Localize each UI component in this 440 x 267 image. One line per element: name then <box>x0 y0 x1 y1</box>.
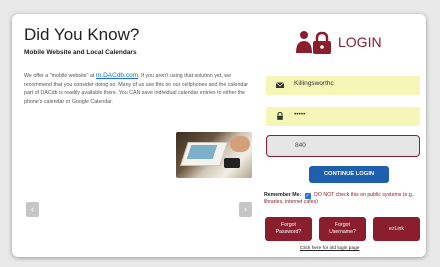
panel-paragraph: We offer a "mobile website" at m.DACdb.c… <box>24 72 250 106</box>
remember-me-row: Remember Me: ✓ DO NOT check this on publ… <box>264 192 424 206</box>
lock-people-icon <box>296 31 331 54</box>
ezlink-button[interactable]: ezLink <box>373 217 420 241</box>
envelope-icon <box>275 82 285 88</box>
panel-subtitle: Mobile Website and Local Calendars <box>24 49 137 56</box>
password-value: ••••• <box>294 111 306 118</box>
login-title: LOGIN <box>338 34 382 50</box>
forgot-password-button[interactable]: Forgot Password? <box>265 217 312 241</box>
username-value: Killingsworthc <box>294 80 334 87</box>
chevron-left-icon: ‹ <box>31 204 34 214</box>
login-header: LOGIN <box>294 30 414 54</box>
login-panel: LOGIN Killingsworthc ••••• 840 CONTINUE … <box>260 14 426 257</box>
old-login-link[interactable]: Click here for old login page <box>300 246 359 251</box>
lock-icon <box>277 111 283 120</box>
forgot-username-button[interactable]: Forgot Username? <box>319 217 366 241</box>
did-you-know-panel: Did You Know? Mobile Website and Local C… <box>12 14 260 257</box>
username-field[interactable]: Killingsworthc <box>266 76 420 95</box>
next-slide-button[interactable]: › <box>239 202 252 217</box>
continue-login-button[interactable]: CONTINUE LOGIN <box>309 166 389 183</box>
mobile-site-link[interactable]: m.DACdb.com <box>96 72 138 79</box>
panel-title: Did You Know? <box>24 25 140 44</box>
paragraph-text-start: We offer a "mobile website" at <box>24 73 96 79</box>
club-code-field[interactable]: 840 <box>266 135 420 157</box>
club-code-value: 840 <box>295 142 306 149</box>
laptop-phone-photo <box>176 132 252 178</box>
login-card: Did You Know? Mobile Website and Local C… <box>12 14 426 257</box>
chevron-right-icon: › <box>244 204 247 214</box>
remember-me-label: Remember Me: <box>264 192 302 198</box>
password-field[interactable]: ••••• <box>266 107 420 126</box>
previous-slide-button[interactable]: ‹ <box>26 202 39 217</box>
